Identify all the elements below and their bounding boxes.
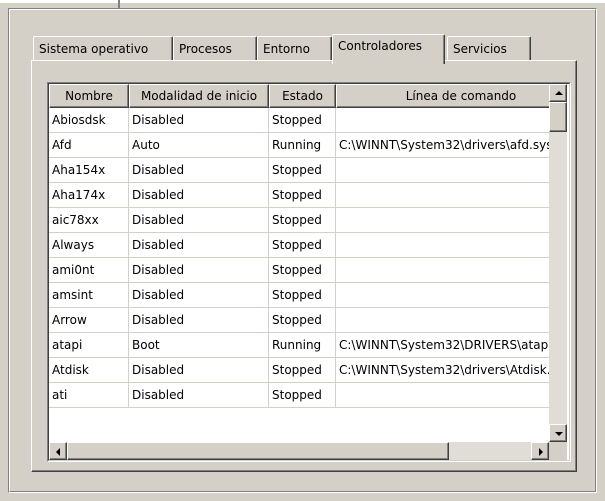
horizontal-scrollbar[interactable] [49, 442, 549, 460]
cell-estado: Stopped [269, 308, 336, 333]
cell-linea-comando [336, 233, 549, 258]
cell-nombre: Aha154x [49, 158, 129, 183]
cell-modalidad: Disabled [129, 233, 269, 258]
drivers-list[interactable]: Nombre Modalidad de inicio Estado Línea … [47, 82, 571, 462]
scrollbar-corner [549, 442, 567, 460]
table-row[interactable]: Abiosdsk Disabled Stopped [49, 108, 549, 133]
arrow-up-icon [555, 91, 563, 95]
column-header-nombre[interactable]: Nombre [49, 84, 129, 108]
column-header-modalidad[interactable]: Modalidad de inicio [129, 84, 269, 108]
cell-estado: Running [269, 133, 336, 158]
cell-linea-comando [336, 158, 549, 183]
cell-modalidad: Disabled [129, 283, 269, 308]
tab-controladores[interactable]: Controladores [332, 34, 445, 64]
cell-estado: Stopped [269, 358, 336, 383]
cell-linea-comando: C:\WINNT\System32\drivers\afd.sys [336, 133, 549, 158]
cell-estado: Stopped [269, 383, 336, 408]
table-row[interactable]: ati Disabled Stopped [49, 383, 549, 408]
cell-modalidad: Disabled [129, 108, 269, 133]
cell-linea-comando [336, 308, 549, 333]
cell-nombre: Atdisk [49, 358, 129, 383]
cell-linea-comando [336, 208, 549, 233]
cell-nombre: Afd [49, 133, 129, 158]
table-row[interactable]: atapi Boot Running C:\WINNT\System32\DRIVER… [49, 333, 549, 358]
table-row[interactable]: Atdisk Disabled Stopped C:\WINNT\System32\d… [49, 358, 549, 383]
cell-nombre: ami0nt [49, 258, 129, 283]
table-row[interactable]: aic78xx Disabled Stopped [49, 208, 549, 233]
tab-label: Procesos [179, 42, 232, 56]
tab-label: Entorno [263, 42, 310, 56]
table-row[interactable]: Aha174x Disabled Stopped [49, 183, 549, 208]
cell-nombre: atapi [49, 333, 129, 358]
cell-linea-comando [336, 108, 549, 133]
cell-modalidad: Disabled [129, 258, 269, 283]
cell-modalidad: Disabled [129, 358, 269, 383]
cell-linea-comando: C:\WINNT\System32\drivers\Atdisk.sys [336, 358, 549, 383]
cell-modalidad: Disabled [129, 308, 269, 333]
vertical-scroll-thumb[interactable] [549, 102, 567, 132]
cell-estado: Stopped [269, 108, 336, 133]
cell-estado: Stopped [269, 158, 336, 183]
tab-label: Sistema operativo [39, 42, 149, 56]
cell-estado: Stopped [269, 233, 336, 258]
column-header-linea-comando[interactable]: Línea de comando [336, 84, 549, 108]
cell-linea-comando [336, 258, 549, 283]
tab-servicios[interactable]: Servicios [447, 36, 531, 60]
cell-estado: Stopped [269, 208, 336, 233]
tab-entorno[interactable]: Entorno [257, 36, 332, 60]
table-row[interactable]: Arrow Disabled Stopped [49, 308, 549, 333]
cell-estado: Stopped [269, 283, 336, 308]
tab-procesos[interactable]: Procesos [173, 36, 257, 60]
drivers-grid: Nombre Modalidad de inicio Estado Línea … [49, 84, 549, 442]
table-row[interactable]: Aha154x Disabled Stopped [49, 158, 549, 183]
scroll-down-button[interactable] [549, 424, 567, 442]
horizontal-scroll-thumb[interactable] [67, 442, 449, 460]
column-header-row: Nombre Modalidad de inicio Estado Línea … [49, 84, 549, 108]
tab-label: Controladores [338, 39, 422, 53]
cell-nombre: Abiosdsk [49, 108, 129, 133]
scroll-left-button[interactable] [49, 442, 67, 460]
cell-nombre: Arrow [49, 308, 129, 333]
cell-nombre: amsint [49, 283, 129, 308]
cell-nombre: ati [49, 383, 129, 408]
cell-nombre: Always [49, 233, 129, 258]
arrow-left-icon [56, 448, 60, 456]
column-header-estado[interactable]: Estado [269, 84, 336, 108]
cell-modalidad: Disabled [129, 183, 269, 208]
cell-estado: Stopped [269, 183, 336, 208]
cell-modalidad: Boot [129, 333, 269, 358]
table-row[interactable]: ami0nt Disabled Stopped [49, 258, 549, 283]
vertical-scrollbar[interactable] [549, 84, 567, 442]
table-rows: Abiosdsk Disabled Stopped Afd Auto Running C:\… [49, 108, 549, 408]
table-row[interactable]: amsint Disabled Stopped [49, 283, 549, 308]
arrow-right-icon [539, 448, 543, 456]
cell-modalidad: Disabled [129, 158, 269, 183]
tab-label: Servicios [453, 42, 507, 56]
cell-linea-comando [336, 383, 549, 408]
arrow-down-icon [555, 432, 563, 436]
cell-linea-comando [336, 183, 549, 208]
cell-linea-comando [336, 283, 549, 308]
table-row[interactable]: Afd Auto Running C:\WINNT\System32\drivers\… [49, 133, 549, 158]
cell-nombre: aic78xx [49, 208, 129, 233]
cell-modalidad: Auto [129, 133, 269, 158]
cell-estado: Running [269, 333, 336, 358]
cell-nombre: Aha174x [49, 183, 129, 208]
cell-modalidad: Disabled [129, 208, 269, 233]
window-top-edge [0, 0, 605, 8]
cell-linea-comando: C:\WINNT\System32\DRIVERS\atapi.sys [336, 333, 549, 358]
scroll-up-button[interactable] [549, 84, 567, 102]
cell-estado: Stopped [269, 258, 336, 283]
table-row[interactable]: Always Disabled Stopped [49, 233, 549, 258]
tab-strip: Sistema operativo Procesos Entorno Contr… [33, 34, 573, 64]
scroll-right-button[interactable] [531, 442, 549, 460]
tab-sistema-operativo[interactable]: Sistema operativo [33, 36, 173, 60]
cell-modalidad: Disabled [129, 383, 269, 408]
